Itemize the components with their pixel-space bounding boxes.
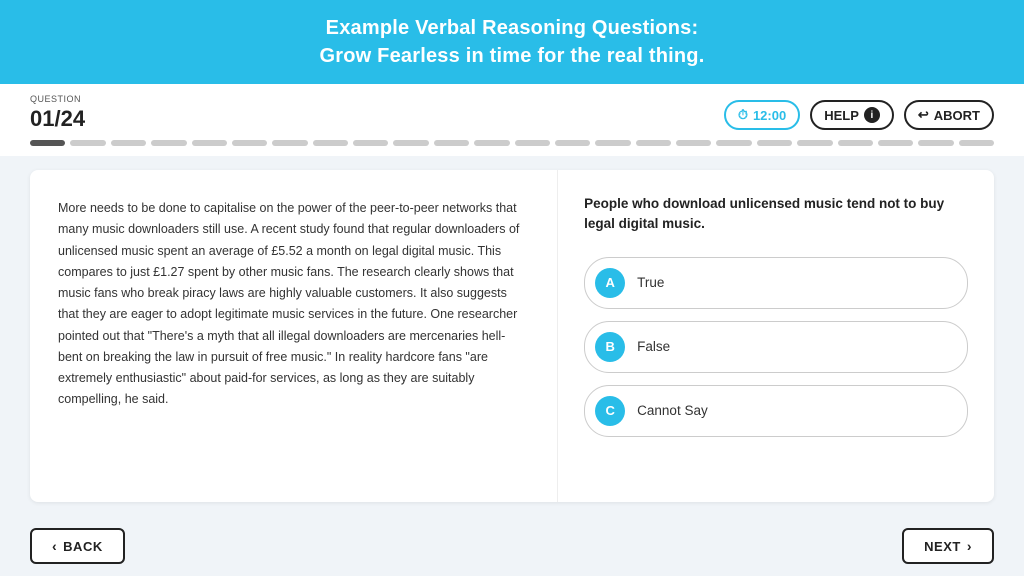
option-label-b: False <box>637 339 670 354</box>
passage-text: More needs to be done to capitalise on t… <box>58 198 527 411</box>
progress-segment-9 <box>353 140 388 146</box>
passage-section: More needs to be done to capitalise on t… <box>30 170 558 502</box>
header-title-line2: Grow Fearless in time for the real thing… <box>20 42 1004 70</box>
answer-option-c[interactable]: C Cannot Say <box>584 385 968 437</box>
progress-segment-5 <box>192 140 227 146</box>
progress-segment-20 <box>797 140 832 146</box>
progress-segment-21 <box>838 140 873 146</box>
option-label-a: True <box>637 275 664 290</box>
progress-segment-18 <box>716 140 751 146</box>
next-chevron-icon: › <box>967 538 972 554</box>
footer: ‹ BACK NEXT › <box>0 516 1024 576</box>
info-icon: i <box>864 107 880 123</box>
question-bar: QUESTION 01/24 ⏱ 12:00 HELP i ↩ ABORT <box>0 84 1024 132</box>
header-title-line1: Example Verbal Reasoning Questions: <box>20 14 1004 42</box>
option-circle-c: C <box>595 396 625 426</box>
progress-segment-3 <box>111 140 146 146</box>
progress-segment-4 <box>151 140 186 146</box>
content-card: More needs to be done to capitalise on t… <box>30 170 994 502</box>
question-section: People who download unlicensed music ten… <box>558 170 994 502</box>
progress-segment-8 <box>313 140 348 146</box>
progress-segment-22 <box>878 140 913 146</box>
help-button[interactable]: HELP i <box>810 100 894 130</box>
progress-segment-7 <box>272 140 307 146</box>
progress-segment-17 <box>676 140 711 146</box>
question-label: QUESTION <box>30 94 85 104</box>
question-controls: ⏱ 12:00 HELP i ↩ ABORT <box>724 100 994 130</box>
progress-segment-10 <box>393 140 428 146</box>
option-circle-b: B <box>595 332 625 362</box>
abort-label: ABORT <box>934 108 980 123</box>
next-label: NEXT <box>924 539 961 554</box>
clock-icon: ⏱ <box>738 107 748 123</box>
back-button[interactable]: ‹ BACK <box>30 528 125 564</box>
abort-arrow-icon: ↩ <box>918 107 929 123</box>
abort-button[interactable]: ↩ ABORT <box>904 100 994 130</box>
progress-bar-container <box>0 132 1024 156</box>
back-chevron-icon: ‹ <box>52 538 57 554</box>
timer-button[interactable]: ⏱ 12:00 <box>724 100 800 130</box>
progress-segment-13 <box>515 140 550 146</box>
progress-segment-24 <box>959 140 994 146</box>
progress-segment-6 <box>232 140 267 146</box>
answer-option-a[interactable]: A True <box>584 257 968 309</box>
back-label: BACK <box>63 539 103 554</box>
progress-segment-12 <box>474 140 509 146</box>
progress-segment-14 <box>555 140 590 146</box>
progress-segment-16 <box>636 140 671 146</box>
question-text: People who download unlicensed music ten… <box>584 194 968 235</box>
progress-segment-23 <box>918 140 953 146</box>
option-circle-a: A <box>595 268 625 298</box>
progress-segment-11 <box>434 140 469 146</box>
progress-segment-19 <box>757 140 792 146</box>
next-button[interactable]: NEXT › <box>902 528 994 564</box>
main-content: More needs to be done to capitalise on t… <box>0 156 1024 516</box>
answer-options: A True B False C Cannot Say <box>584 257 968 437</box>
timer-value: 12:00 <box>753 108 786 123</box>
progress-segment-15 <box>595 140 630 146</box>
progress-segment-1 <box>30 140 65 146</box>
option-label-c: Cannot Say <box>637 403 708 418</box>
question-info: QUESTION 01/24 <box>30 94 85 132</box>
question-number: 01/24 <box>30 106 85 132</box>
page-header: Example Verbal Reasoning Questions: Grow… <box>0 0 1024 84</box>
help-label: HELP <box>824 108 859 123</box>
progress-track <box>30 140 994 146</box>
answer-option-b[interactable]: B False <box>584 321 968 373</box>
progress-segment-2 <box>70 140 105 146</box>
